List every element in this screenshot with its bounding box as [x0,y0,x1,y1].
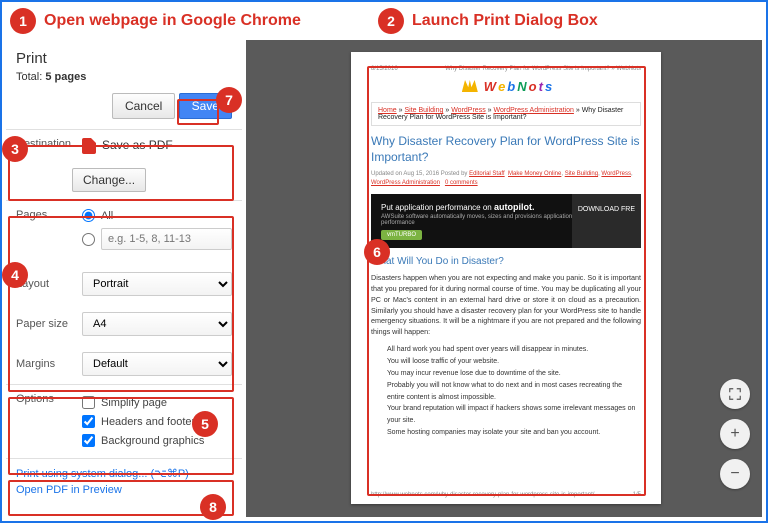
preview-area: 8/15/2016Why Disaster Recovery Plan for … [246,40,762,517]
pdf-icon [82,138,96,154]
paper-label: Paper size [16,318,82,330]
callout-num-2: 2 [378,8,404,34]
callout-num-5: 5 [192,411,218,437]
article-title: Why Disaster Recovery Plan for WordPress… [371,134,641,165]
bg-checkbox[interactable] [82,434,95,447]
callout-label-1: Open webpage in Google Chrome [44,12,301,30]
print-panel: Print Total: 5 pages Cancel Save Destina… [6,40,242,520]
margins-select[interactable]: Default [82,352,232,376]
headers-checkbox[interactable] [82,415,95,428]
change-button[interactable]: Change... [72,168,146,192]
callout-num-7: 7 [216,87,242,113]
callout-2: 2 Launch Print Dialog Box [378,8,598,34]
fit-icon [728,387,742,401]
print-total: Total: 5 pages [6,71,242,93]
fit-button[interactable] [720,379,750,409]
ad-banner[interactable]: Put application performance on autopilot… [371,194,641,248]
pages-label: Pages [16,209,82,221]
callout-num-3: 3 [2,136,28,162]
callout-num-6: 6 [364,239,390,265]
article-meta: Updated on Aug 15, 2016 Posted by Editor… [371,171,641,177]
callout-num-1: 1 [10,8,36,34]
zoom-controls: + − [720,379,750,489]
layout-select[interactable]: Portrait [82,272,232,296]
callout-1: 1 Open webpage in Google Chrome [10,8,301,34]
callout-label-2: Launch Print Dialog Box [412,12,598,30]
page-preview: 8/15/2016Why Disaster Recovery Plan for … [351,52,661,504]
site-logo: WebNots [371,78,641,94]
zoom-in-button[interactable]: + [720,419,750,449]
section-heading: What Will You Do in Disaster? [371,256,641,267]
zoom-out-button[interactable]: − [720,459,750,489]
simplify-checkbox[interactable] [82,396,95,409]
crown-icon [462,80,478,92]
destination-value: Save as PDF [82,138,232,154]
callout-num-8: 8 [200,494,226,520]
breadcrumb: Home » Site Building » WordPress » WordP… [371,102,641,126]
open-preview-link[interactable]: Open PDF in Preview [16,482,232,498]
options-label: Options [16,393,82,405]
cancel-button[interactable]: Cancel [112,93,175,119]
print-title: Print [6,40,242,71]
bullet-list: All hard work you had spent over years w… [371,344,641,439]
callout-num-4: 4 [2,262,28,288]
body-paragraph: Disasters happen when you are not expect… [371,273,641,338]
margins-label: Margins [16,358,82,370]
pages-all-radio[interactable] [82,209,95,222]
system-dialog-link[interactable]: Print using system dialog... (⌥⌘P) [16,465,232,482]
paper-select[interactable]: A4 [82,312,232,336]
pages-range-radio[interactable] [82,233,95,246]
pages-range-input[interactable] [101,228,232,250]
